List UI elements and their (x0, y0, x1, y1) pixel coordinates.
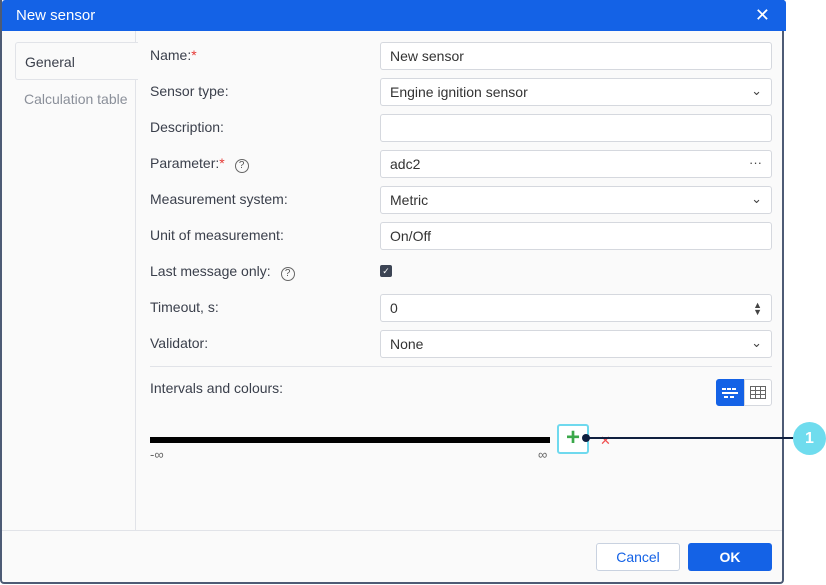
parameter-input[interactable]: adc2 ··· (380, 150, 772, 178)
divider (150, 366, 772, 367)
new-sensor-dialog: New sensor ✕ General Calculation table Na… (0, 0, 786, 584)
callout-dot (582, 434, 590, 442)
validator-select[interactable]: None ⌄ (380, 330, 772, 358)
chevron-down-icon: ⌄ (751, 335, 762, 350)
measurement-label: Measurement system: (150, 191, 288, 207)
help-icon[interactable]: ? (280, 267, 295, 281)
timeout-stepper[interactable]: 0 ▲ ▼ (380, 294, 772, 322)
close-icon[interactable]: ✕ (755, 5, 770, 26)
chevron-down-icon: ⌄ (751, 83, 762, 98)
dialog-title: New sensor ✕ (2, 0, 786, 31)
stepper-icon[interactable]: ▲ ▼ (753, 301, 762, 317)
last-message-label: Last message only:? (150, 263, 295, 281)
scale-icon (722, 388, 738, 398)
last-message-checkbox[interactable]: ✓ (380, 265, 392, 277)
timeout-label: Timeout, s: (150, 299, 219, 315)
table-view-toggle[interactable] (744, 379, 772, 406)
callout-badge: 1 (793, 422, 826, 455)
validator-label: Validator: (150, 335, 209, 351)
measurement-select[interactable]: Metric ⌄ (380, 186, 772, 214)
sensor-type-select[interactable]: Engine ignition sensor ⌄ (380, 78, 772, 106)
sensor-type-label: Sensor type: (150, 83, 229, 99)
intervals-label: Intervals and colours: (150, 380, 284, 396)
help-icon[interactable]: ? (234, 159, 249, 173)
parameter-label: Parameter:*? (150, 155, 249, 173)
scale-max: ∞ (538, 447, 548, 462)
description-input[interactable] (380, 114, 772, 142)
callout-line (585, 437, 795, 439)
unit-input[interactable]: On/Off (380, 222, 772, 250)
cancel-button[interactable]: Cancel (596, 543, 680, 571)
sidebar: General Calculation table (2, 31, 138, 530)
tab-general[interactable]: General (15, 42, 138, 80)
chevron-down-icon: ⌄ (751, 191, 762, 206)
scale-min: -∞ (150, 447, 164, 462)
title-text: New sensor (16, 7, 96, 24)
interval-scale-bar (150, 437, 550, 443)
footer-divider (2, 530, 782, 531)
table-icon (750, 386, 766, 399)
delete-interval-icon[interactable]: ✕ (600, 433, 611, 449)
name-label: Name:* (150, 47, 197, 63)
description-label: Description: (150, 119, 224, 135)
tab-calculation-table[interactable]: Calculation table (15, 80, 138, 118)
scale-view-toggle[interactable] (716, 379, 744, 406)
ok-button[interactable]: OK (688, 543, 772, 571)
more-icon[interactable]: ··· (749, 155, 762, 170)
name-input[interactable]: New sensor (380, 42, 772, 70)
unit-label: Unit of measurement: (150, 227, 284, 243)
